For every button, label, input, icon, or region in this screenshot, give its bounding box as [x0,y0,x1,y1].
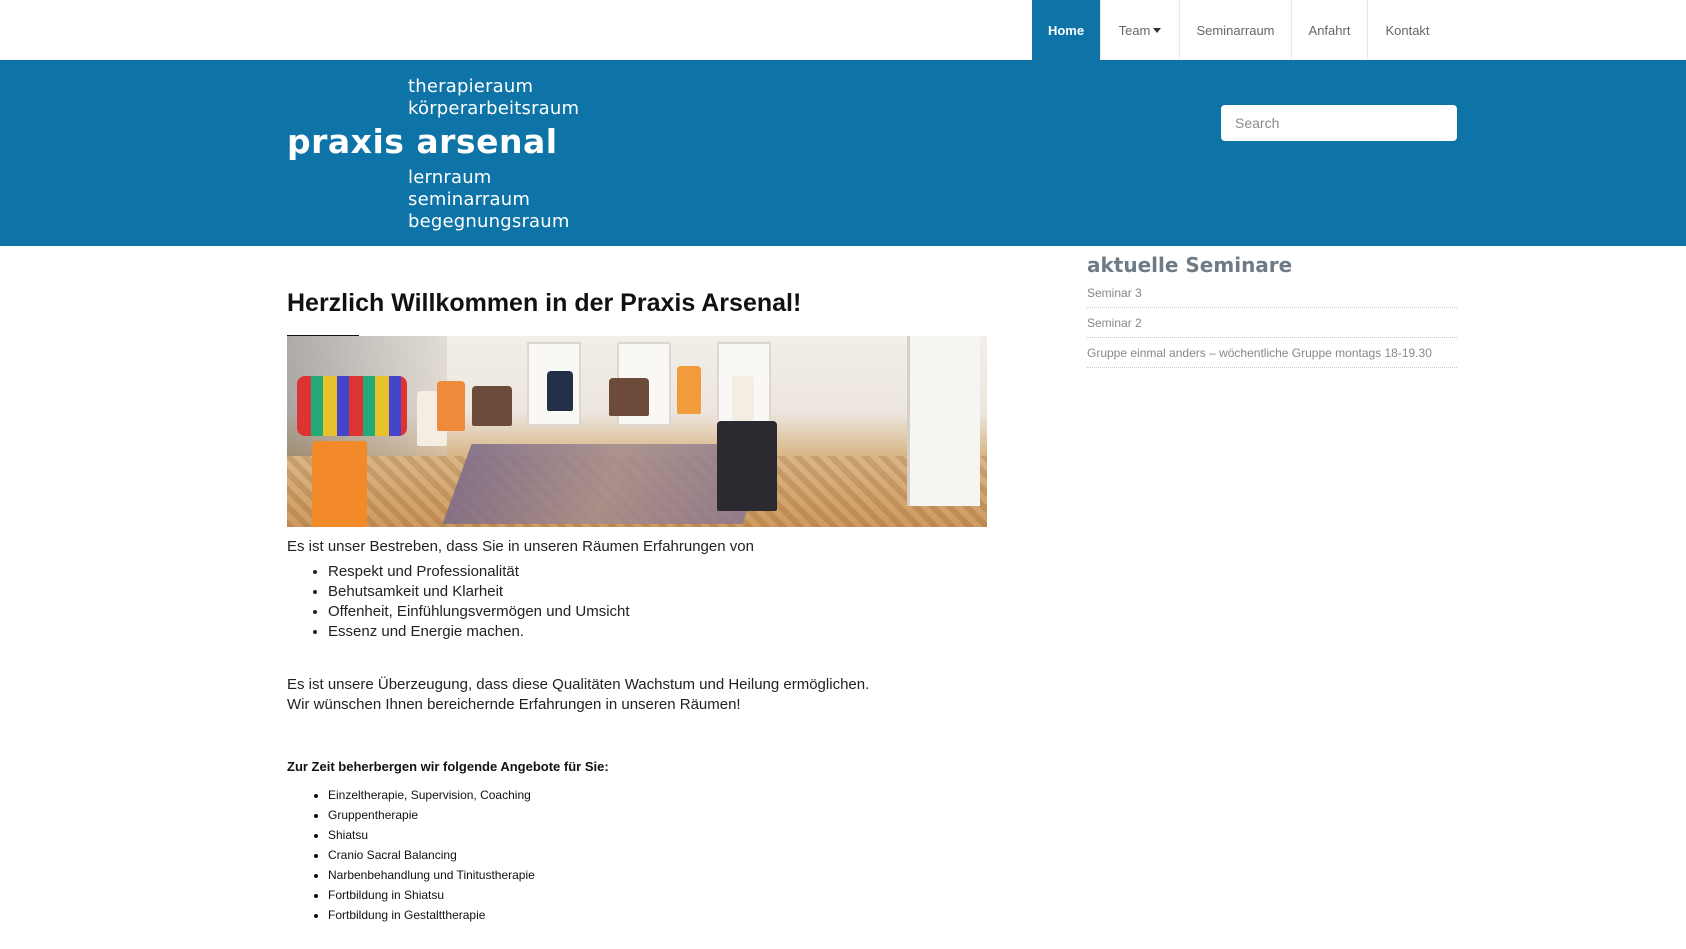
logo-line: begegnungsraum [408,211,570,232]
photo-cushions [297,376,407,436]
main-menu: Home Team Seminarraum Anfahrt Kontakt [1032,0,1447,60]
sidebar-title: aktuelle Seminare [1087,253,1293,277]
photo-door [907,336,980,506]
nav-item-label: Team [1118,22,1151,38]
seminar-list: Seminar 3 Seminar 2 Gruppe einmal anders… [1087,278,1457,368]
logo-line: körperarbeitsraum [408,98,580,119]
logo-tagline-bottom: lernraum seminarraum begegnungsraum [408,167,570,233]
conviction-line: Wir wünschen Ihnen bereichernde Erfahrun… [287,696,741,713]
photo-chair [312,441,367,527]
seminar-link[interactable]: Seminar 2 [1087,308,1457,338]
list-item: Cranio Sacral Balancing [328,845,535,865]
chevron-down-icon [1153,27,1162,33]
logo-tagline-top: therapieraum körperarbeitsraum [408,76,579,120]
seminar-link[interactable]: Seminar 3 [1087,278,1457,308]
nav-item-label: Kontakt [1385,22,1430,38]
offers-list: Einzeltherapie, Supervision, Coaching Gr… [287,785,535,925]
list-item: Fortbildung in Gestalttherapie [328,905,535,925]
nav-item-kontakt[interactable]: Kontakt [1367,0,1447,60]
photo-chair [437,381,465,431]
list-item: Narbenbehandlung und Tinitustherapie [328,865,535,885]
nav-item-label: Seminarraum [1196,22,1275,38]
photo-chair [717,421,777,511]
values-list: Respekt und Professionalität Behutsamkei… [287,562,630,642]
list-item: Fortbildung in Shiatsu [328,885,535,905]
list-item: Einzeltherapie, Supervision, Coaching [328,785,535,805]
offers-heading: Zur Zeit beherbergen wir folgende Angebo… [287,759,609,774]
list-item: Behutsamkeit und Klarheit [328,582,630,602]
search-input[interactable] [1221,105,1457,141]
page-title: Herzlich Willkommen in der Praxis Arsena… [287,289,802,317]
list-item: Offenheit, Einfühlungsvermögen und Umsic… [328,602,630,622]
nav-item-anfahrt[interactable]: Anfahrt [1291,0,1367,60]
nav-item-seminarraum[interactable]: Seminarraum [1179,0,1291,60]
nav-item-label: Anfahrt [1308,22,1351,38]
photo-chair [609,378,649,416]
logo-line: seminarraum [408,189,531,210]
photo-chair [547,371,573,411]
list-item: Essenz und Energie machen. [328,622,630,642]
logo-line: therapieraum [408,76,534,97]
intro-text: Es ist unser Bestreben, dass Sie in unse… [287,538,754,555]
site-header: therapieraum körperarbeitsraum praxis ar… [0,60,1686,246]
conviction-line: Es ist unsere Überzeugung, dass diese Qu… [287,676,870,693]
nav-item-label: Home [1047,22,1085,38]
logo-brand: praxis arsenal [287,122,558,161]
photo-chair [472,386,512,426]
list-item: Respekt und Professionalität [328,562,630,582]
nav-item-home[interactable]: Home [1032,0,1100,60]
list-item: Shiatsu [328,825,535,845]
top-navigation: Home Team Seminarraum Anfahrt Kontakt [0,0,1686,60]
conviction-text: Es ist unsere Überzeugung, dass diese Qu… [287,675,869,715]
room-photo [287,336,987,527]
list-item: Gruppentherapie [328,805,535,825]
nav-item-team[interactable]: Team [1100,0,1179,60]
photo-chair [732,376,754,421]
photo-chair [677,366,701,414]
seminar-link[interactable]: Gruppe einmal anders – wöchentliche Grup… [1087,338,1457,368]
logo-line: lernraum [408,167,492,188]
